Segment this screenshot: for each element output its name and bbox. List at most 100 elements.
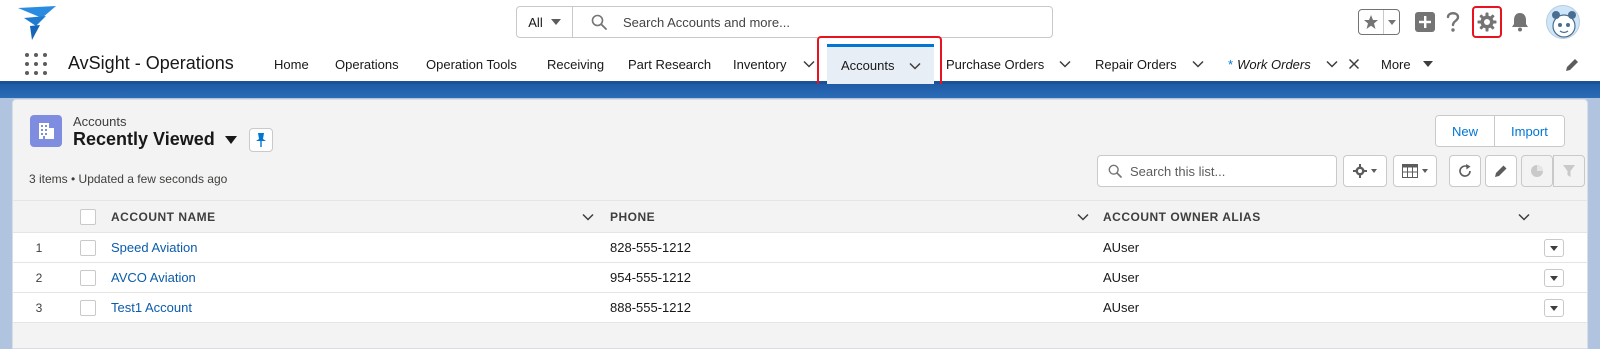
chevron-down-icon [1387,19,1396,25]
nav-item-label: More [1381,56,1411,72]
table-icon [1402,164,1418,178]
nav-item-label: Home [274,56,309,72]
add-icon[interactable] [1414,11,1436,33]
edit-list-button[interactable] [1485,155,1517,187]
charts-button[interactable] [1521,155,1553,187]
list-view-selector[interactable]: Recently Viewed [73,129,237,150]
app-navigation-bar: AvSight - Operations Home Operations Ope… [0,44,1600,84]
caret-down-icon [1371,169,1377,173]
chevron-down-icon[interactable] [802,57,816,71]
avatar[interactable] [1546,5,1580,39]
refresh-icon [1459,164,1471,177]
caret-down-icon [1422,169,1428,173]
edit-nav-pencil-icon[interactable] [1564,57,1580,73]
import-button[interactable]: Import [1494,116,1564,146]
filter-button[interactable] [1553,155,1585,187]
unsaved-indicator: * [1228,56,1234,72]
nav-item-purchase-orders[interactable]: Purchase Orders [946,44,1072,84]
edit-pencil-icon [1495,165,1507,177]
favorites-button-group [1358,9,1400,35]
table-row: 3 Test1 Account 888-555-1212 AUser [13,293,1587,323]
phone-cell: 828-555-1212 [610,240,691,255]
phone-cell: 888-555-1212 [610,300,691,315]
row-checkbox[interactable] [80,240,96,256]
column-header-account-owner-alias[interactable]: Account Owner Alias [1103,201,1261,233]
pie-chart-icon [1531,165,1543,177]
display-as-table-button[interactable] [1393,155,1437,187]
nav-item-label: Operations [335,56,399,72]
list-search-input[interactable] [1130,156,1330,186]
caret-down-icon [224,135,237,144]
row-actions-button[interactable] [1544,299,1564,317]
chevron-down-icon[interactable] [1517,210,1531,224]
caret-down-icon [1422,61,1433,67]
new-button[interactable]: New [1436,116,1495,146]
chevron-down-icon[interactable] [1191,57,1205,71]
account-name-link[interactable]: Test1 Account [111,293,192,322]
nav-item-repair-orders[interactable]: Repair Orders [1095,44,1205,84]
search-icon [591,14,607,30]
global-search: All [516,6,1053,38]
nav-item-more[interactable]: More [1381,44,1433,84]
nav-item-home[interactable]: Home [274,44,309,84]
owner-alias-cell: AUser [1103,300,1140,315]
list-view-status: 3 items • Updated a few seconds ago [29,172,228,186]
search-scope-dropdown[interactable]: All [517,7,573,37]
accounts-table: Account Name Phone Account Owner Alias 1… [13,200,1587,323]
account-object-icon [30,115,62,147]
notification-bell-icon[interactable] [1510,11,1530,33]
chevron-down-icon [550,19,561,25]
object-label: Accounts [73,114,127,129]
row-actions-button[interactable] [1544,239,1564,257]
search-scope-label: All [528,14,543,30]
account-name-link[interactable]: Speed Aviation [111,233,198,262]
close-icon[interactable] [1347,57,1361,71]
column-header-account-name[interactable]: Account Name [111,201,216,233]
nav-item-label: Inventory [733,56,787,72]
select-all-checkbox[interactable] [80,209,96,225]
nav-item-receiving[interactable]: Receiving [547,44,604,84]
row-checkbox[interactable] [80,300,96,316]
refresh-button[interactable] [1449,155,1481,187]
pin-icon [256,133,266,147]
nav-item-label: Receiving [547,56,605,72]
nav-item-label: Purchase Orders [946,56,1045,72]
caret-down-icon [1550,305,1558,311]
owner-alias-cell: AUser [1103,240,1140,255]
nav-item-part-research[interactable]: Part Research [628,44,711,84]
table-header-row: Account Name Phone Account Owner Alias [13,200,1587,233]
gear-icon [1353,164,1367,178]
nav-item-label: Work Orders [1237,56,1311,72]
chevron-down-icon[interactable] [1325,57,1339,71]
nav-item-work-orders[interactable]: * Work Orders [1228,44,1361,84]
filter-icon [1563,165,1575,177]
nav-item-operations[interactable]: Operations [335,44,399,84]
account-name-link[interactable]: AVCO Aviation [111,263,196,292]
setup-gear-icon[interactable] [1476,11,1498,33]
pin-list-view-button[interactable] [249,128,273,152]
chevron-down-icon[interactable] [581,210,595,224]
nav-item-label: Repair Orders [1095,56,1177,72]
list-view-card: Accounts Recently Viewed New Import 3 it… [12,99,1588,349]
global-header: All [0,0,1600,44]
help-icon[interactable] [1444,10,1462,34]
list-view-controls-button[interactable] [1343,155,1387,187]
favorites-dropdown-button[interactable] [1383,10,1399,34]
app-logo-icon[interactable] [16,4,60,40]
nav-item-label: Operation Tools [426,56,517,72]
row-checkbox[interactable] [80,270,96,286]
chevron-down-icon[interactable] [1058,57,1072,71]
app-launcher-icon[interactable] [25,53,47,75]
nav-item-operation-tools[interactable]: Operation Tools [426,44,517,84]
chevron-down-icon[interactable] [1076,210,1090,224]
favorites-star-icon[interactable] [1359,10,1383,34]
app-name: AvSight - Operations [68,53,234,73]
nav-item-label: Part Research [628,56,712,72]
row-actions-button[interactable] [1544,269,1564,287]
owner-alias-cell: AUser [1103,270,1140,285]
nav-item-inventory[interactable]: Inventory [733,44,816,84]
caret-down-icon [1550,275,1558,281]
column-header-phone[interactable]: Phone [610,201,655,233]
global-search-input[interactable] [623,7,1043,37]
table-row: 2 AVCO Aviation 954-555-1212 AUser [13,263,1587,293]
